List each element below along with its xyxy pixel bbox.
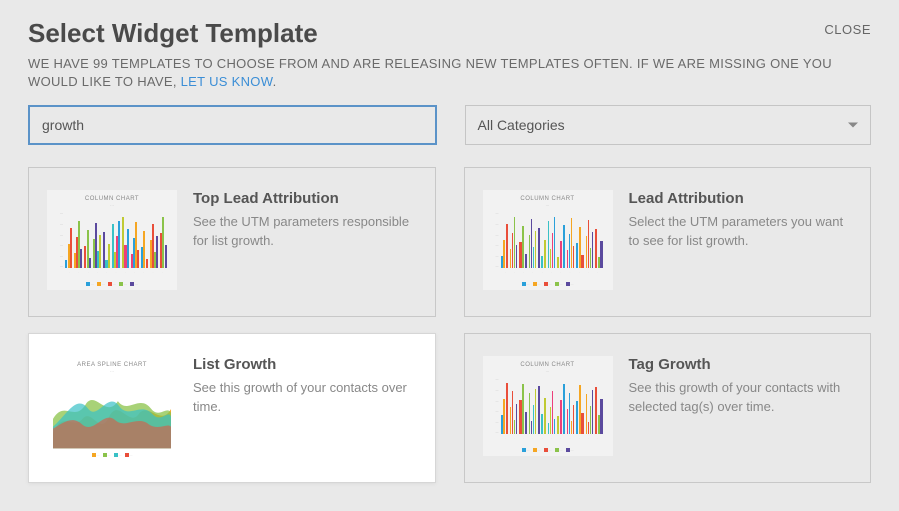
thumbnail-label: COLUMN CHART <box>489 196 607 202</box>
thumbnail-sublabel: ··· <box>53 203 171 208</box>
category-select[interactable]: All Categories <box>465 105 872 145</box>
template-card[interactable]: COLUMN CHART··· ——————··········· ········… <box>464 167 872 317</box>
template-card[interactable]: COLUMN CHART··· ——————··········· ········… <box>464 333 872 483</box>
thumbnail-legend: ············ <box>53 453 171 457</box>
thumbnail-legend: ··············· <box>489 446 607 454</box>
template-title: Top Lead Attribution <box>193 190 417 207</box>
template-title: List Growth <box>193 356 417 373</box>
thumbnail-legend: ··············· <box>489 280 607 288</box>
template-thumbnail: COLUMN CHART··· ——————··········· ········… <box>483 190 613 290</box>
thumbnail-sublabel: ··· <box>489 203 607 208</box>
column-chart-icon: ——————··········· <box>489 377 607 444</box>
search-input[interactable] <box>28 105 437 145</box>
template-card-body: List Growth See this growth of your conta… <box>193 356 417 460</box>
template-title: Tag Growth <box>629 356 853 373</box>
thumbnail-sublabel: ··· <box>53 369 171 374</box>
thumbnail-legend: ··············· <box>53 280 171 288</box>
close-button[interactable]: CLOSE <box>824 22 871 37</box>
template-description: See the UTM parameters responsible for l… <box>193 213 417 249</box>
column-chart-icon: ——————··········· <box>53 211 171 278</box>
template-thumbnail: AREA SPLINE CHART··············· <box>47 356 177 456</box>
template-thumbnail: COLUMN CHART··· ——————··········· ········… <box>483 356 613 456</box>
template-description: See this growth of your contacts with se… <box>629 379 853 415</box>
subtitle-period: . <box>273 74 277 89</box>
template-card-body: Lead Attribution Select the UTM parameter… <box>629 190 853 294</box>
template-thumbnail: COLUMN CHART··· ——————··········· ········… <box>47 190 177 290</box>
area-chart-icon <box>53 377 171 451</box>
dialog-subtitle: WE HAVE 99 TEMPLATES TO CHOOSE FROM AND … <box>28 55 871 91</box>
template-title: Lead Attribution <box>629 190 853 207</box>
template-card-body: Tag Growth See this growth of your contac… <box>629 356 853 460</box>
thumbnail-label: COLUMN CHART <box>53 196 171 202</box>
template-card-body: Top Lead Attribution See the UTM paramete… <box>193 190 417 294</box>
thumbnail-label: COLUMN CHART <box>489 362 607 368</box>
template-grid: COLUMN CHART···——————···················… <box>28 167 871 483</box>
widget-template-dialog: CLOSE Select Widget Template WE HAVE 99 … <box>0 0 899 501</box>
subtitle-text: WE HAVE 99 TEMPLATES TO CHOOSE FROM AND … <box>28 56 832 89</box>
template-card[interactable]: COLUMN CHART··· ——————··········· ········… <box>28 167 436 317</box>
chevron-down-icon <box>848 123 858 128</box>
thumbnail-sublabel: ··· <box>489 369 607 374</box>
thumbnail-label: AREA SPLINE CHART <box>53 362 171 368</box>
template-description: See this growth of your contacts over ti… <box>193 379 417 415</box>
column-chart-icon: ——————··········· <box>489 211 607 278</box>
controls-row: All Categories <box>28 105 871 145</box>
dialog-title: Select Widget Template <box>28 18 871 49</box>
category-selected-label: All Categories <box>478 117 565 133</box>
template-description: Select the UTM parameters you want to se… <box>629 213 853 249</box>
let-us-know-link[interactable]: LET US KNOW <box>181 74 273 89</box>
template-card[interactable]: AREA SPLINE CHART···············List Gro… <box>28 333 436 483</box>
